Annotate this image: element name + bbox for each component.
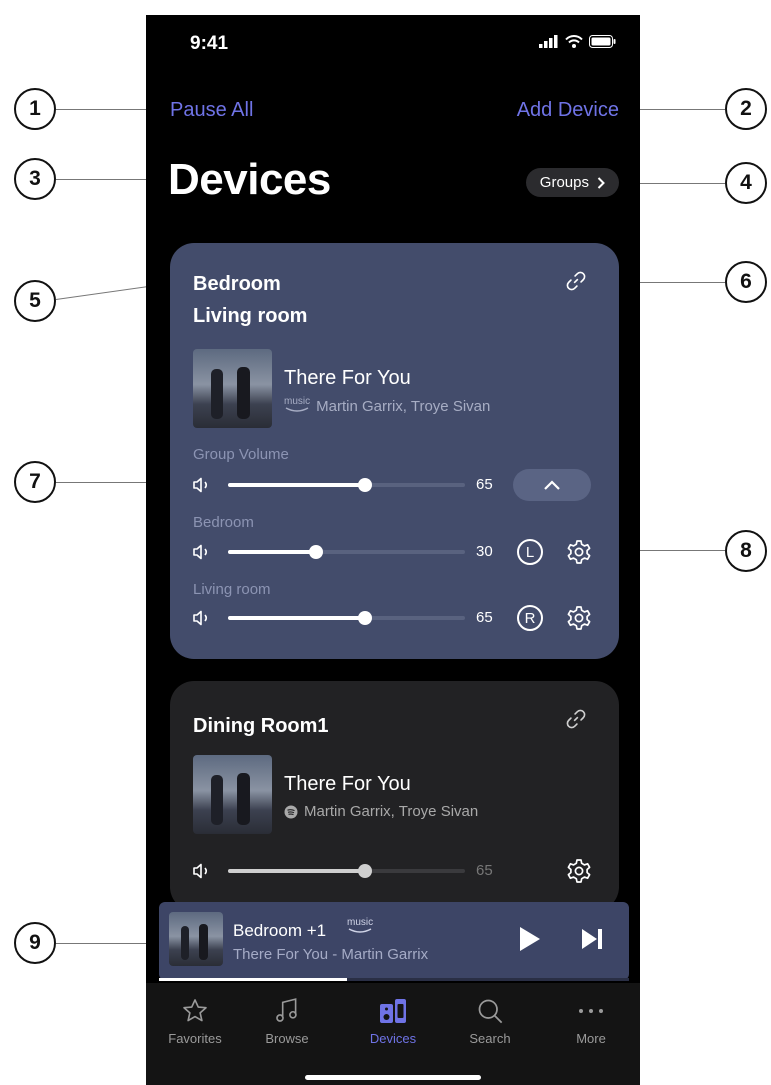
group-card[interactable]: Bedroom Living room There For You music … [170,243,619,659]
wifi-icon [565,35,583,48]
status-icons [539,35,616,48]
mini-player-title: Bedroom +1 [233,921,327,940]
bedroom-volume-slider[interactable] [228,545,465,559]
tab-label: More [576,1031,606,1046]
groups-button-label: Groups [539,174,589,191]
track-artist-row: music Martin Garrix, Troye Sivan [284,397,490,415]
battery-icon [589,35,616,48]
slider-knob[interactable] [358,611,373,625]
more-icon [579,1009,603,1013]
mini-progress-track [159,978,629,981]
dining-room-volume-slider[interactable] [228,864,465,878]
add-device-button[interactable]: Add Device [517,99,619,122]
home-indicator [305,1075,481,1080]
callout-6: 6 [725,261,767,303]
device-card-dining-room[interactable]: Dining Room1 There For You Martin Garrix… [170,681,619,911]
mini-album-art [169,912,223,966]
status-time: 9:41 [190,33,229,54]
artist-name: Martin Garrix, Troye Sivan [304,803,479,820]
track-title: There For You [284,773,411,795]
slider-knob[interactable] [358,478,373,492]
callout-8: 8 [725,530,767,572]
chevron-up-icon [544,479,560,490]
mini-player-subtitle: There For You - Martin Garrix [233,946,429,963]
spotify-icon [284,805,298,818]
group-room-2: Living room [193,305,308,327]
callout-line-3 [56,179,158,180]
right-channel-button[interactable]: R [517,605,543,631]
group-volume-slider[interactable] [228,478,465,492]
living-room-volume-slider[interactable] [228,611,465,625]
tab-search[interactable]: Search [450,991,530,1046]
device-label-bedroom: Bedroom [193,514,254,531]
tab-label: Search [469,1031,511,1046]
device-room-name: Dining Room1 [193,715,329,737]
link-icon[interactable] [565,708,587,730]
speaker-icon[interactable] [192,609,212,627]
pause-all-button[interactable]: Pause All [170,99,253,122]
amazon-music-icon: music [347,918,373,936]
gear-icon[interactable] [566,605,592,631]
search-icon [478,999,503,1024]
tab-label: Devices [369,1031,417,1046]
tab-browse[interactable]: Browse [247,991,327,1046]
chevron-right-icon [597,176,605,189]
gear-icon[interactable] [566,539,592,565]
callout-line-9 [56,943,159,944]
group-room-1: Bedroom [193,273,281,295]
amazon-music-icon: music [284,397,310,415]
skip-next-icon[interactable] [580,927,604,951]
callout-5: 5 [14,280,56,322]
mini-player[interactable]: Bedroom +1 music There For You - Martin … [159,902,629,981]
tab-bar: Favorites Browse Devices Search More [146,983,640,1085]
bedroom-volume-value: 30 [476,543,493,560]
tab-favorites[interactable]: Favorites [155,991,235,1046]
groups-button[interactable]: Groups [525,168,619,197]
callout-4: 4 [725,162,767,204]
living-room-volume-value: 65 [476,609,493,626]
left-channel-button[interactable]: L [517,539,543,565]
link-icon[interactable] [565,270,587,292]
page-title: Devices [168,155,331,204]
callout-2: 2 [725,88,767,130]
phone-screen: 9:41 Pause All Add Device Devices Groups… [146,15,640,1085]
collapse-button[interactable] [513,469,591,501]
dining-room-volume-value: 65 [476,862,493,879]
speakers-icon [380,999,406,1023]
speaker-icon[interactable] [192,862,212,880]
play-icon[interactable] [518,925,542,953]
callout-7: 7 [14,461,56,503]
tab-label: Favorites [168,1031,222,1046]
tab-devices[interactable]: Devices [353,991,433,1046]
group-volume-label: Group Volume [193,446,289,463]
callout-9: 9 [14,922,56,964]
gear-icon[interactable] [566,858,592,884]
album-art [193,349,272,428]
slider-knob[interactable] [358,864,373,878]
slider-knob[interactable] [308,545,323,559]
tab-more[interactable]: More [551,991,631,1046]
callout-1: 1 [14,88,56,130]
track-title: There For You [284,367,411,389]
group-volume-value: 65 [476,476,493,493]
track-artist-row: Martin Garrix, Troye Sivan [284,803,478,820]
callout-3: 3 [14,158,56,200]
tab-label: Browse [265,1031,309,1046]
speaker-icon[interactable] [192,476,212,494]
cellular-signal-icon [539,35,558,48]
album-art [193,755,272,834]
speaker-icon[interactable] [192,543,212,561]
device-label-living-room: Living room [193,581,271,598]
artist-name: Martin Garrix, Troye Sivan [316,397,491,415]
star-icon [183,999,207,1022]
music-note-icon [276,998,297,1022]
